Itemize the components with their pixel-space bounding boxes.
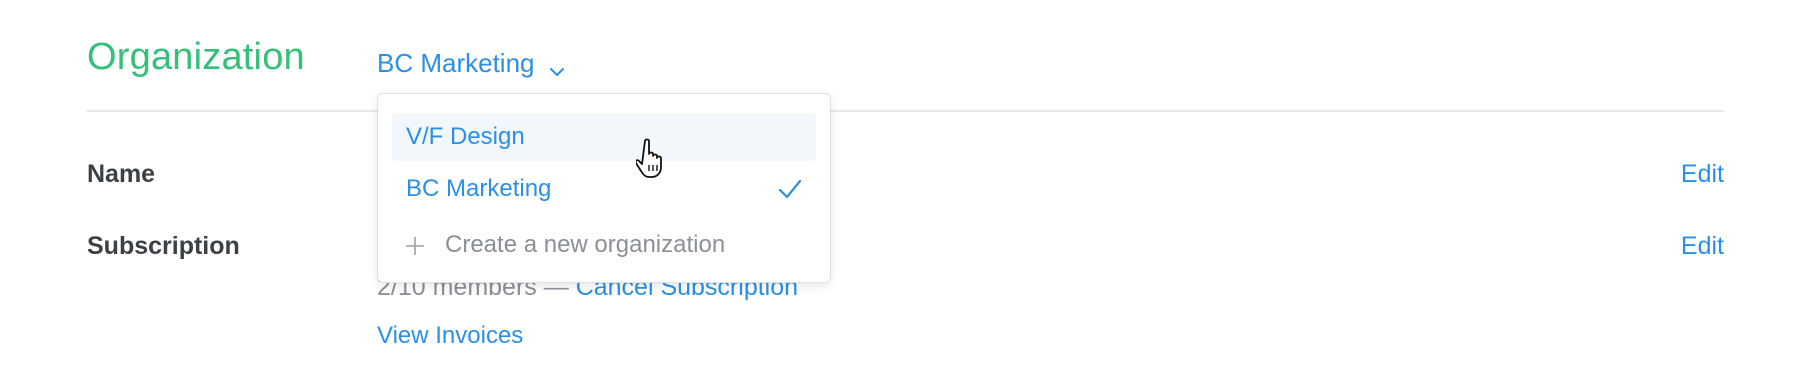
section-title: Organization: [87, 36, 305, 78]
checkmark-icon: [778, 178, 802, 200]
dropdown-item-label: V/F Design: [406, 123, 525, 150]
create-organization-button[interactable]: Create a new organization: [405, 231, 725, 259]
organization-settings-page: Organization BC Marketing Name Edit Subs…: [0, 0, 1810, 380]
name-label: Name: [87, 160, 156, 188]
organization-dropdown-menu: V/F Design BC Marketing Create a new org…: [377, 93, 831, 283]
section-divider: [87, 110, 1724, 112]
subscription-label: Subscription: [87, 232, 240, 260]
dropdown-item-vf-design[interactable]: V/F Design: [392, 113, 816, 161]
view-invoices-link[interactable]: View Invoices: [377, 322, 523, 350]
dropdown-item-bc-marketing[interactable]: BC Marketing: [392, 165, 816, 213]
dropdown-item-label: BC Marketing: [406, 175, 552, 202]
edit-subscription-button[interactable]: Edit: [1681, 232, 1724, 261]
plus-icon: [405, 235, 425, 255]
organization-switcher-label: BC Marketing: [377, 48, 535, 78]
organization-switcher[interactable]: BC Marketing: [377, 48, 565, 79]
create-organization-label: Create a new organization: [445, 231, 726, 258]
chevron-down-icon: [549, 56, 565, 76]
edit-name-button[interactable]: Edit: [1681, 160, 1724, 189]
hand-pointer-cursor-icon: [634, 138, 670, 180]
